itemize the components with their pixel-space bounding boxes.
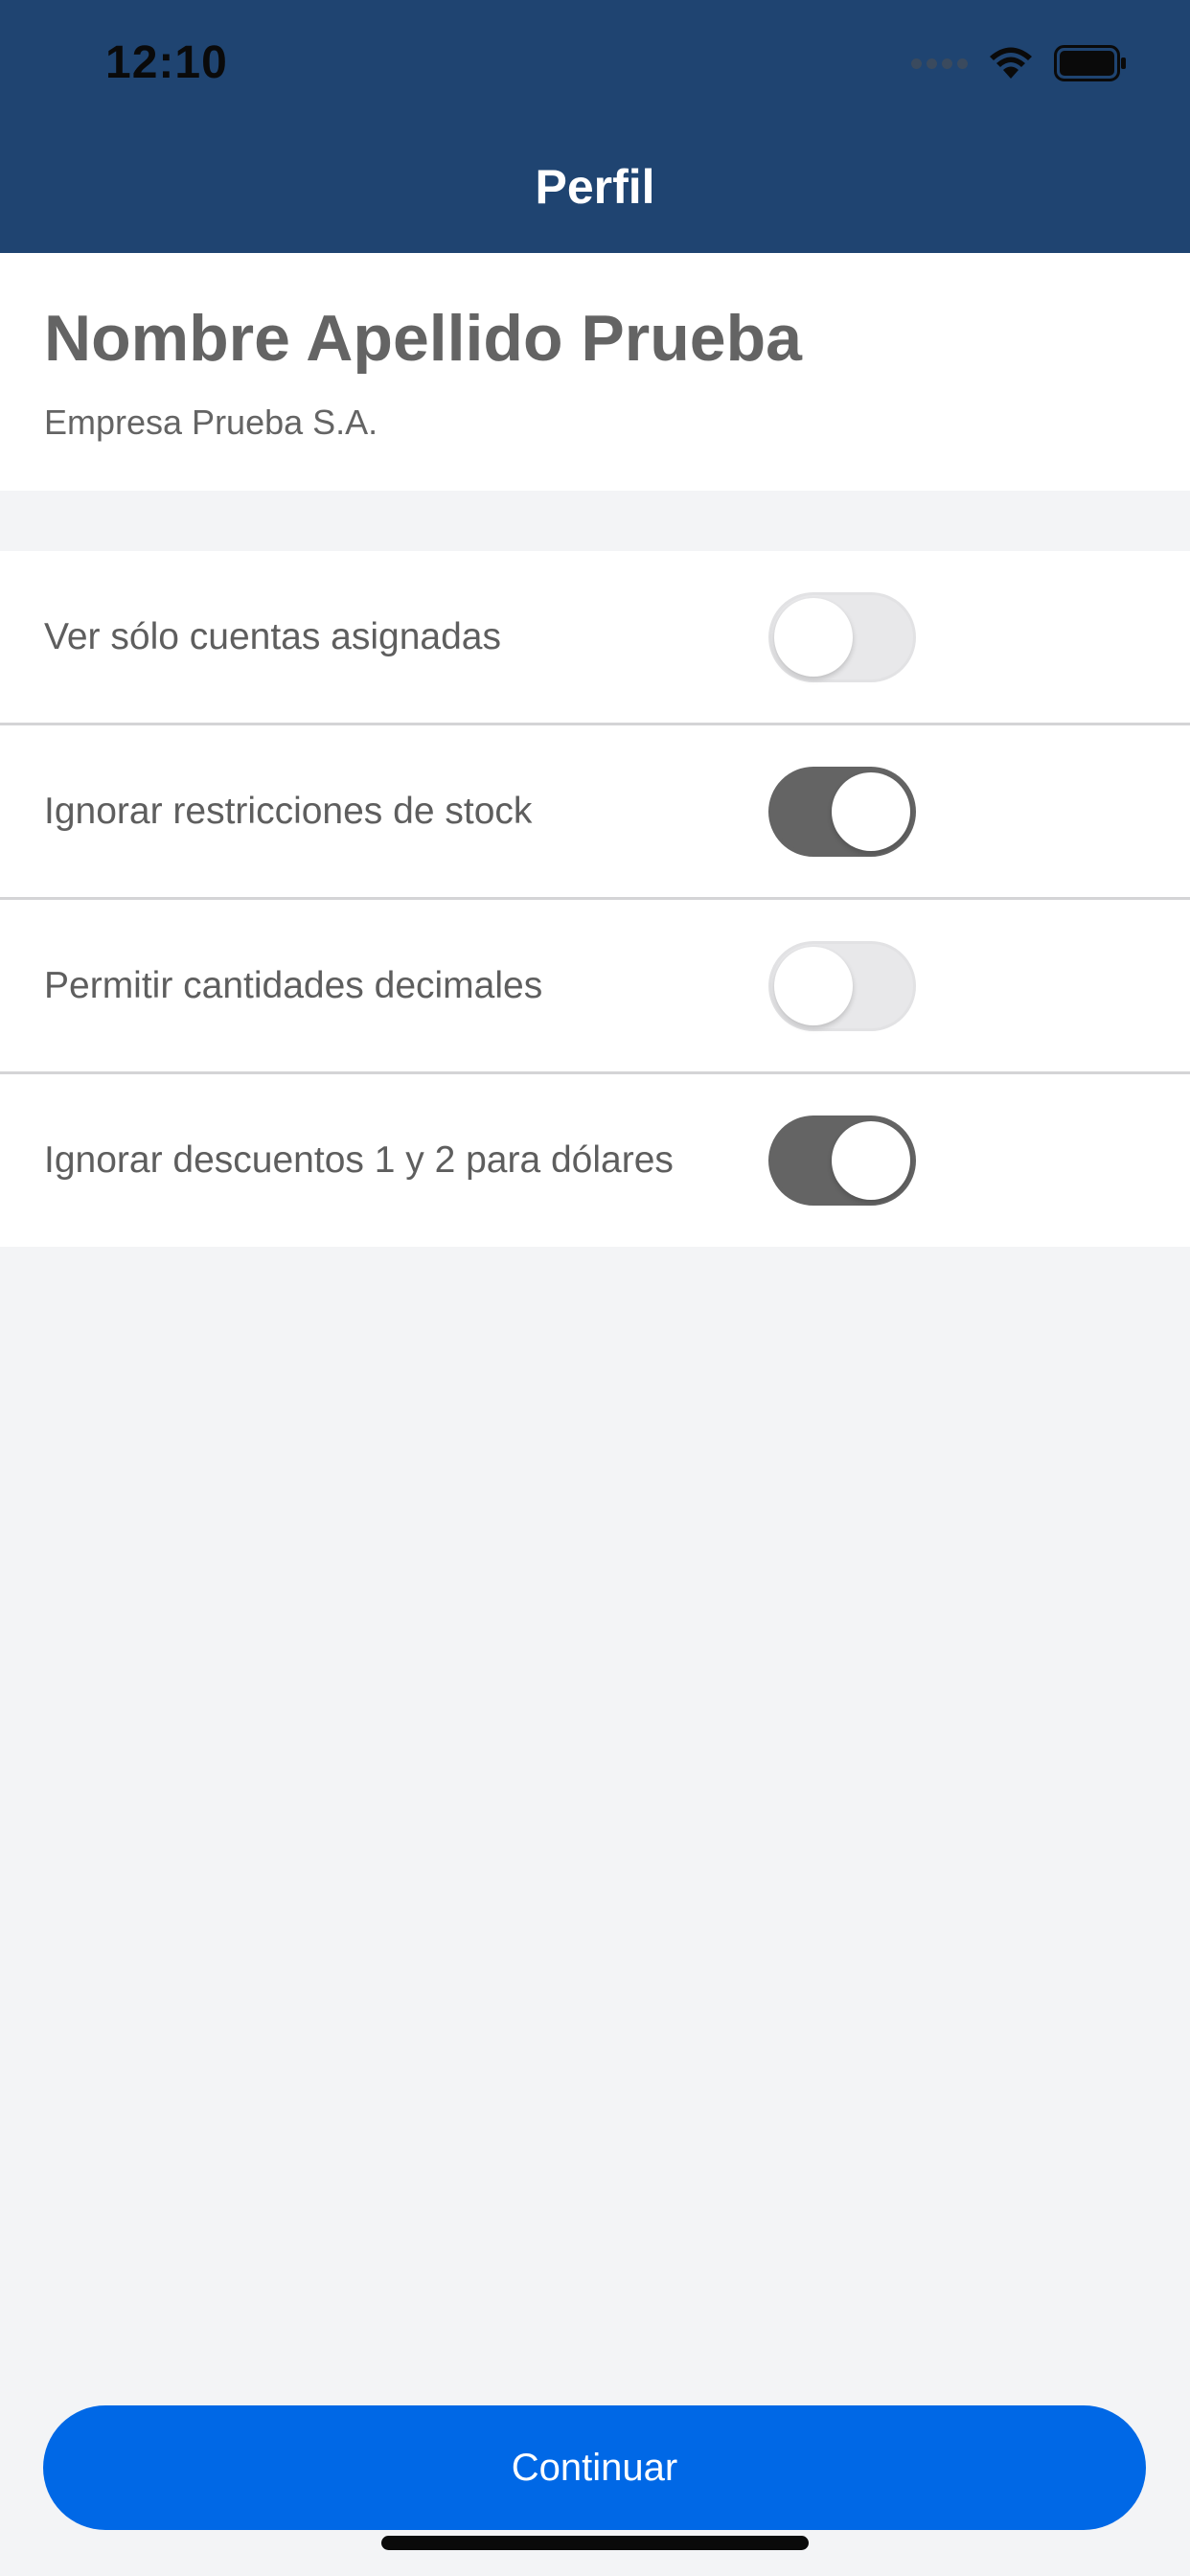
home-indicator bbox=[381, 2536, 809, 2550]
toggle-knob bbox=[774, 946, 853, 1025]
cellular-signal-icon bbox=[911, 58, 968, 69]
continue-button[interactable]: Continuar bbox=[43, 2405, 1146, 2530]
navigation-header: 12:10 Perfil bbox=[0, 0, 1190, 253]
setting-label: Ignorar descuentos 1 y 2 para dólares bbox=[44, 1139, 674, 1181]
ignorar-descuentos-toggle[interactable] bbox=[768, 1116, 916, 1206]
toggle-knob bbox=[832, 1121, 910, 1200]
wifi-icon bbox=[990, 47, 1032, 79]
settings-list: Ver sólo cuentas asignadas Ignorar restr… bbox=[0, 551, 1190, 1247]
ver-solo-cuentas-toggle[interactable] bbox=[768, 591, 916, 682]
battery-icon bbox=[1054, 45, 1126, 81]
setting-row-ignorar-restricciones: Ignorar restricciones de stock bbox=[0, 725, 1190, 900]
status-bar-time: 12:10 bbox=[105, 37, 228, 88]
setting-label: Permitir cantidades decimales bbox=[44, 964, 543, 1006]
setting-label: Ver sólo cuentas asignadas bbox=[44, 615, 501, 657]
page-title: Perfil bbox=[535, 160, 655, 214]
setting-label: Ignorar restricciones de stock bbox=[44, 790, 533, 832]
status-bar-icons bbox=[911, 44, 1127, 82]
setting-row-permitir-decimales: Permitir cantidades decimales bbox=[0, 900, 1190, 1074]
toggle-knob bbox=[774, 597, 853, 677]
profile-card: Nombre Apellido Prueba Empresa Prueba S.… bbox=[0, 253, 1190, 491]
profile-name: Nombre Apellido Prueba bbox=[44, 302, 802, 375]
setting-row-ver-solo-cuentas: Ver sólo cuentas asignadas bbox=[0, 551, 1190, 725]
setting-row-ignorar-descuentos: Ignorar descuentos 1 y 2 para dólares bbox=[0, 1074, 1190, 1247]
profile-company: Empresa Prueba S.A. bbox=[44, 402, 378, 442]
ignorar-restricciones-toggle[interactable] bbox=[768, 766, 916, 857]
permitir-decimales-toggle[interactable] bbox=[768, 940, 916, 1031]
toggle-knob bbox=[832, 771, 910, 851]
